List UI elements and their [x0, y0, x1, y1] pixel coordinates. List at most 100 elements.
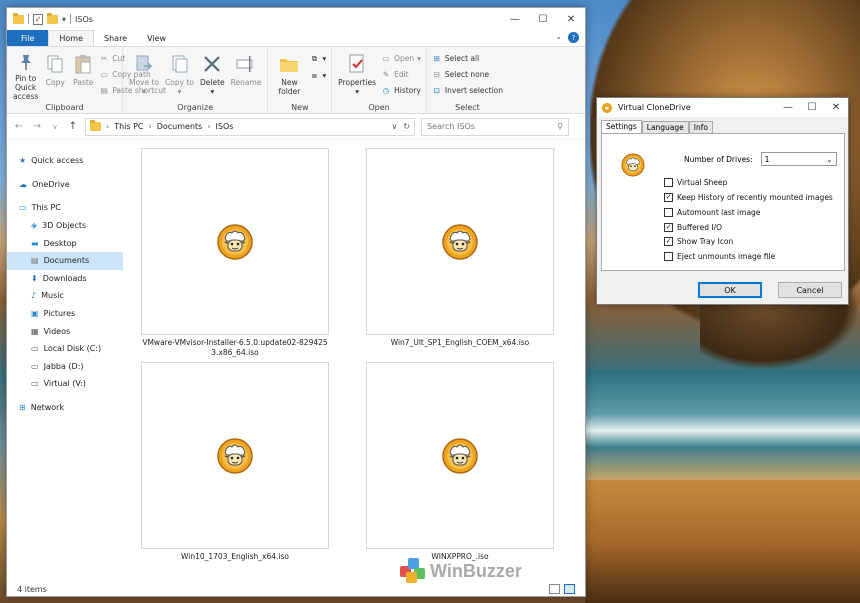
forward-arrow-icon[interactable]: → [31, 121, 43, 132]
music-note-icon: ♪ [31, 291, 37, 301]
option-virtual-sheep[interactable]: Virtual Sheep [664, 177, 833, 189]
copy-button[interactable]: Copy [41, 49, 69, 101]
file-tile[interactable]: Win7_Ult_SP1_English_COEM_x64.iso [366, 148, 554, 348]
file-thumbnail[interactable] [366, 148, 554, 335]
dialog-close-button[interactable]: ✕ [824, 98, 848, 117]
checkbox[interactable] [664, 178, 673, 188]
explorer-titlebar[interactable]: ✓ ▾ ISOs — ☐ ✕ [7, 8, 585, 30]
dialog-maximize-button[interactable]: ☐ [800, 98, 824, 117]
tab-view[interactable]: View [137, 30, 176, 46]
option-automount-last[interactable]: Automount last image [664, 207, 833, 219]
breadcrumb-this-pc[interactable]: This PC [114, 122, 143, 131]
checkbox[interactable]: ✓ [664, 237, 673, 247]
select-all-button[interactable]: ⊞ Select all [432, 52, 503, 65]
film-icon: ▦ [31, 326, 39, 336]
nav-downloads[interactable]: ⬇ Downloads [7, 270, 123, 288]
new-item-button[interactable]: ⧉ ▾ [309, 52, 326, 65]
select-none-button[interactable]: ⊟ Select none [432, 68, 503, 81]
address-row: ← → ∨ ↑ › This PC › Documents › ISOs ∨ ↻… [7, 114, 585, 140]
nav-onedrive[interactable]: ☁ OneDrive [7, 176, 123, 194]
properties-button[interactable]: Properties ▾ [335, 49, 379, 101]
number-of-drives-select[interactable]: 1 ⌄ [760, 152, 837, 166]
help-icon[interactable]: ? [568, 32, 579, 43]
address-bar[interactable]: › This PC › Documents › ISOs ∨ ↻ [85, 117, 415, 136]
address-dropdown-icon[interactable]: ∨ [391, 122, 397, 131]
select-none-icon: ⊟ [433, 70, 441, 79]
details-view-icon[interactable] [549, 584, 560, 594]
watermark-text: WinBuzzer [430, 560, 522, 581]
cancel-button[interactable]: Cancel [778, 282, 842, 298]
option-show-tray-icon[interactable]: ✓ Show Tray Icon [664, 236, 833, 248]
nav-pictures[interactable]: ▣ Pictures [7, 305, 123, 323]
file-thumbnail[interactable] [141, 362, 329, 549]
close-button[interactable]: ✕ [557, 8, 585, 30]
nav-desktop[interactable]: ▬ Desktop [7, 234, 123, 252]
rename-button[interactable]: Rename [228, 49, 265, 101]
breadcrumb-documents[interactable]: Documents [157, 122, 203, 131]
quick-access-dropdown-icon[interactable]: ▾ [62, 15, 66, 24]
nav-local-disk[interactable]: ▭ Local Disk (C:) [7, 340, 123, 358]
tab-home[interactable]: Home [48, 30, 95, 46]
chevron-down-icon[interactable]: ⌄ [555, 32, 562, 43]
new-folder-quick-icon[interactable] [47, 12, 58, 24]
file-tile[interactable]: VMware-VMvisor-Installer-6.5.0.update02-… [141, 148, 329, 358]
nav-quick-access[interactable]: ★ Quick access [7, 152, 123, 170]
nav-3d-objects[interactable]: ◈ 3D Objects [7, 217, 123, 235]
history-button[interactable]: ◷ History [381, 84, 421, 97]
file-thumbnail[interactable] [366, 362, 554, 549]
move-to-button[interactable]: Move to ▾ [126, 49, 162, 101]
breadcrumb-isos[interactable]: ISOs [216, 122, 234, 131]
up-arrow-icon[interactable]: ↑ [67, 121, 79, 132]
tab-file[interactable]: File [7, 30, 49, 46]
edit-button[interactable]: ✎ Edit [381, 68, 421, 81]
back-arrow-icon[interactable]: ← [13, 121, 25, 132]
search-input[interactable]: Search ISOs ⚲ [421, 117, 569, 136]
checkbox[interactable] [664, 207, 673, 217]
nav-jabba-drive[interactable]: ▭ Jabba (D:) [7, 358, 123, 376]
file-tile[interactable]: Win10_1703_English_x64.iso [141, 362, 329, 562]
paste-button[interactable]: Paste [69, 49, 97, 101]
recent-dropdown-icon[interactable]: ∨ [49, 123, 61, 131]
ok-button[interactable]: OK [698, 282, 762, 298]
nav-virtual-drive[interactable]: ▭ Virtual (V:) [7, 375, 123, 393]
dialog-minimize-button[interactable]: — [776, 98, 800, 117]
checkbox[interactable] [664, 252, 673, 262]
sheep-icon [217, 223, 253, 260]
option-buffered-io[interactable]: ✓ Buffered I/O [664, 221, 833, 233]
new-folder-button[interactable]: New folder [271, 49, 307, 101]
easy-access-button[interactable]: ⧈ ▾ [309, 69, 326, 82]
sheep-icon [621, 153, 645, 177]
nav-documents[interactable]: ▤ Documents [7, 251, 123, 270]
option-keep-history[interactable]: ✓ Keep History of recently mounted images [664, 192, 833, 204]
nav-network[interactable]: ⊞ Network [7, 399, 123, 417]
nav-this-pc[interactable]: ▭ This PC [7, 199, 123, 217]
winbuzzer-cube-icon [400, 558, 426, 584]
tab-share[interactable]: Share [94, 30, 137, 46]
minimize-button[interactable]: — [501, 8, 529, 30]
sheep-icon [442, 437, 478, 474]
file-thumbnail[interactable] [141, 148, 329, 335]
delete-button[interactable]: Delete ▾ [197, 49, 228, 101]
folder-icon [90, 120, 101, 131]
open-button[interactable]: ▭ Open ▾ [381, 52, 421, 65]
option-eject-unmounts[interactable]: Eject unmounts image file [664, 251, 833, 263]
nav-music[interactable]: ♪ Music [7, 287, 123, 305]
copy-to-button[interactable]: Copy to ▾ [162, 49, 197, 101]
refresh-icon[interactable]: ↻ [403, 122, 410, 131]
file-tile[interactable]: WINXPPRO_.iso [366, 362, 554, 562]
easy-access-icon: ⧈ [312, 70, 317, 80]
checkbox[interactable]: ✓ [664, 222, 673, 232]
item-count: 4 items [17, 584, 47, 594]
properties-quick-icon[interactable]: ✓ [33, 13, 43, 25]
checkbox[interactable]: ✓ [664, 193, 673, 203]
maximize-button[interactable]: ☐ [529, 8, 557, 30]
dialog-titlebar[interactable]: Virtual CloneDrive — ☐ ✕ [597, 98, 848, 117]
optical-drive-icon: ▭ [31, 379, 39, 389]
delete-x-icon [201, 53, 223, 75]
chevron-down-icon: ⌄ [826, 154, 833, 164]
large-icons-view-icon[interactable] [564, 584, 575, 594]
invert-selection-button[interactable]: ⊡ Invert selection [432, 84, 503, 97]
cube-icon: ◈ [31, 221, 38, 231]
pin-quick-access-button[interactable]: Pin to Quick access [10, 49, 41, 101]
nav-videos[interactable]: ▦ Videos [7, 322, 123, 340]
